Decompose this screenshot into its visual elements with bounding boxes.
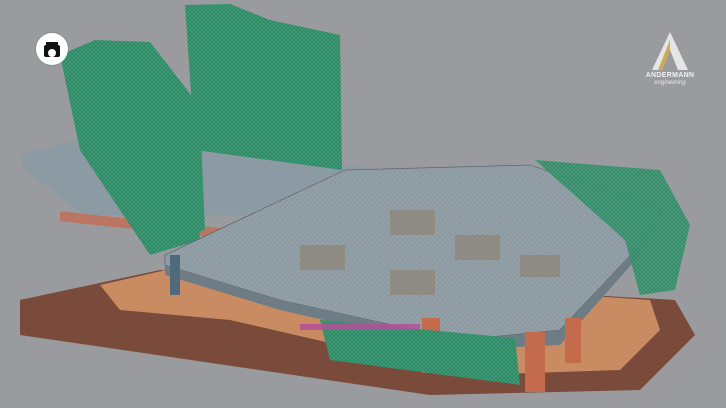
column-d xyxy=(170,255,180,295)
logo-badge xyxy=(36,33,68,65)
slab-panel xyxy=(455,235,500,260)
brand-watermark: ANDERMANN engineering xyxy=(642,30,698,92)
building-3d-model[interactable] xyxy=(0,0,726,408)
slab-panel xyxy=(390,210,435,235)
building-arch-icon xyxy=(44,42,60,57)
highlight-beam xyxy=(300,324,420,330)
column-c xyxy=(565,318,581,363)
tall-wall-center xyxy=(185,4,342,170)
brand-subtitle: engineering xyxy=(654,80,686,86)
model-viewport[interactable]: ANDERMANN engineering xyxy=(0,0,726,408)
slab-panel xyxy=(300,245,345,270)
column-b xyxy=(525,332,545,392)
slab-panel xyxy=(520,255,560,277)
slab-panel xyxy=(390,270,435,295)
brand-name: ANDERMANN xyxy=(645,72,695,79)
brand-mark-icon xyxy=(652,32,688,70)
